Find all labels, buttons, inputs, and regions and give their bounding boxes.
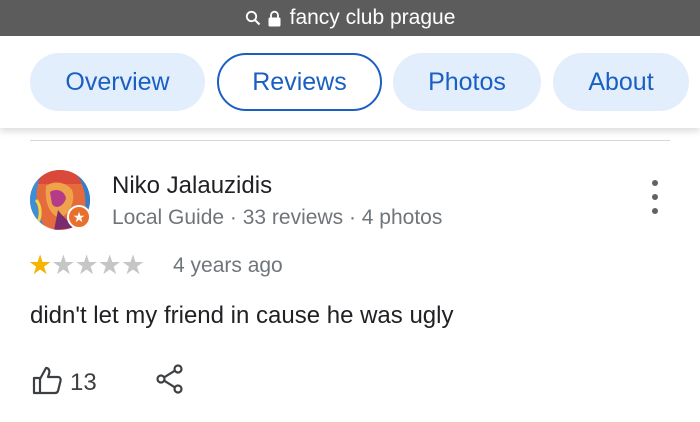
star-empty-icon: ★ bbox=[97, 250, 122, 280]
search-icon bbox=[245, 10, 261, 26]
review-text: didn't let my friend in cause he was ugl… bbox=[30, 302, 454, 329]
star-empty-icon: ★ bbox=[51, 250, 75, 280]
tab-about[interactable]: About bbox=[553, 53, 689, 111]
star-filled-icon: ★ bbox=[28, 250, 52, 280]
star-empty-icon: ★ bbox=[120, 250, 145, 280]
more-options-icon[interactable] bbox=[645, 180, 665, 214]
tab-bar: Overview Reviews Photos About bbox=[0, 36, 700, 128]
reviewer-name[interactable]: Niko Jalauzidis bbox=[112, 172, 272, 200]
star-empty-icon: ★ bbox=[74, 250, 98, 280]
reviewer-meta: Local Guide · 33 reviews · 4 photos bbox=[112, 206, 443, 229]
tab-overview[interactable]: Overview bbox=[30, 53, 205, 111]
like-button[interactable]: 13 bbox=[32, 365, 97, 400]
share-button[interactable] bbox=[155, 364, 185, 399]
tab-photos[interactable]: Photos bbox=[393, 53, 541, 111]
url-text: fancy club prague bbox=[289, 6, 456, 29]
star-rating: ★★★★★ bbox=[28, 250, 145, 280]
local-guide-badge-icon: ★ bbox=[67, 205, 91, 229]
divider bbox=[30, 140, 670, 141]
share-icon bbox=[155, 364, 185, 398]
browser-url-bar[interactable]: fancy club prague bbox=[0, 0, 700, 36]
review-time: 4 years ago bbox=[173, 254, 283, 277]
thumbs-up-icon bbox=[32, 365, 62, 400]
tab-reviews[interactable]: Reviews bbox=[217, 53, 382, 111]
like-count: 13 bbox=[70, 368, 97, 396]
lock-icon bbox=[268, 10, 281, 27]
